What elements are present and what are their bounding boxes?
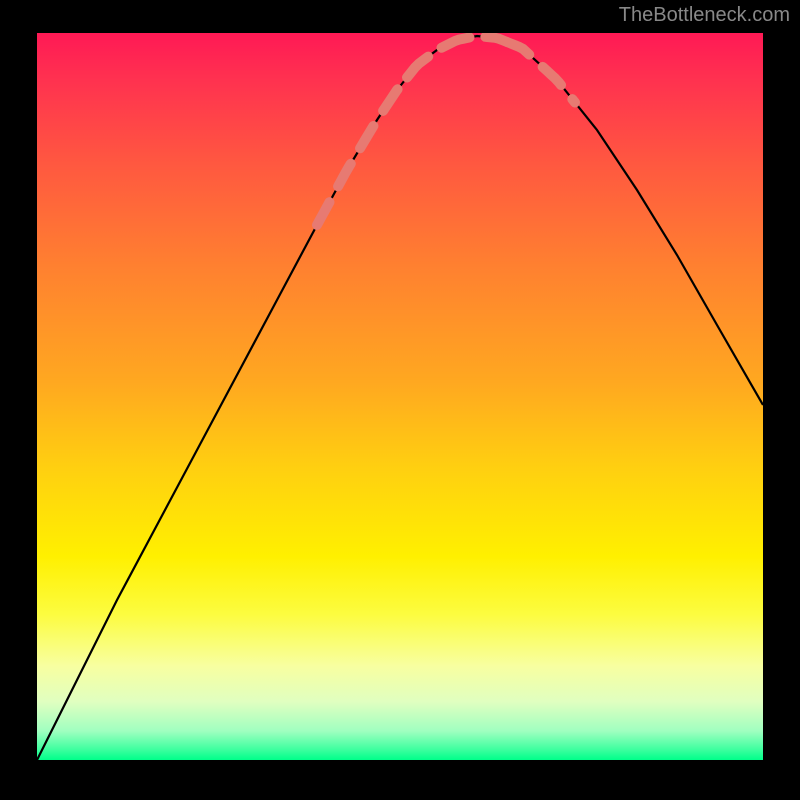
watermark-text: TheBottleneck.com xyxy=(619,4,790,27)
curve-svg xyxy=(37,33,763,760)
left-red-dashes xyxy=(317,80,405,225)
plot-area xyxy=(37,33,763,760)
valley-red-dashes xyxy=(407,36,507,77)
right-red-dashes xyxy=(507,42,575,103)
bottleneck-curve-line xyxy=(37,36,763,760)
